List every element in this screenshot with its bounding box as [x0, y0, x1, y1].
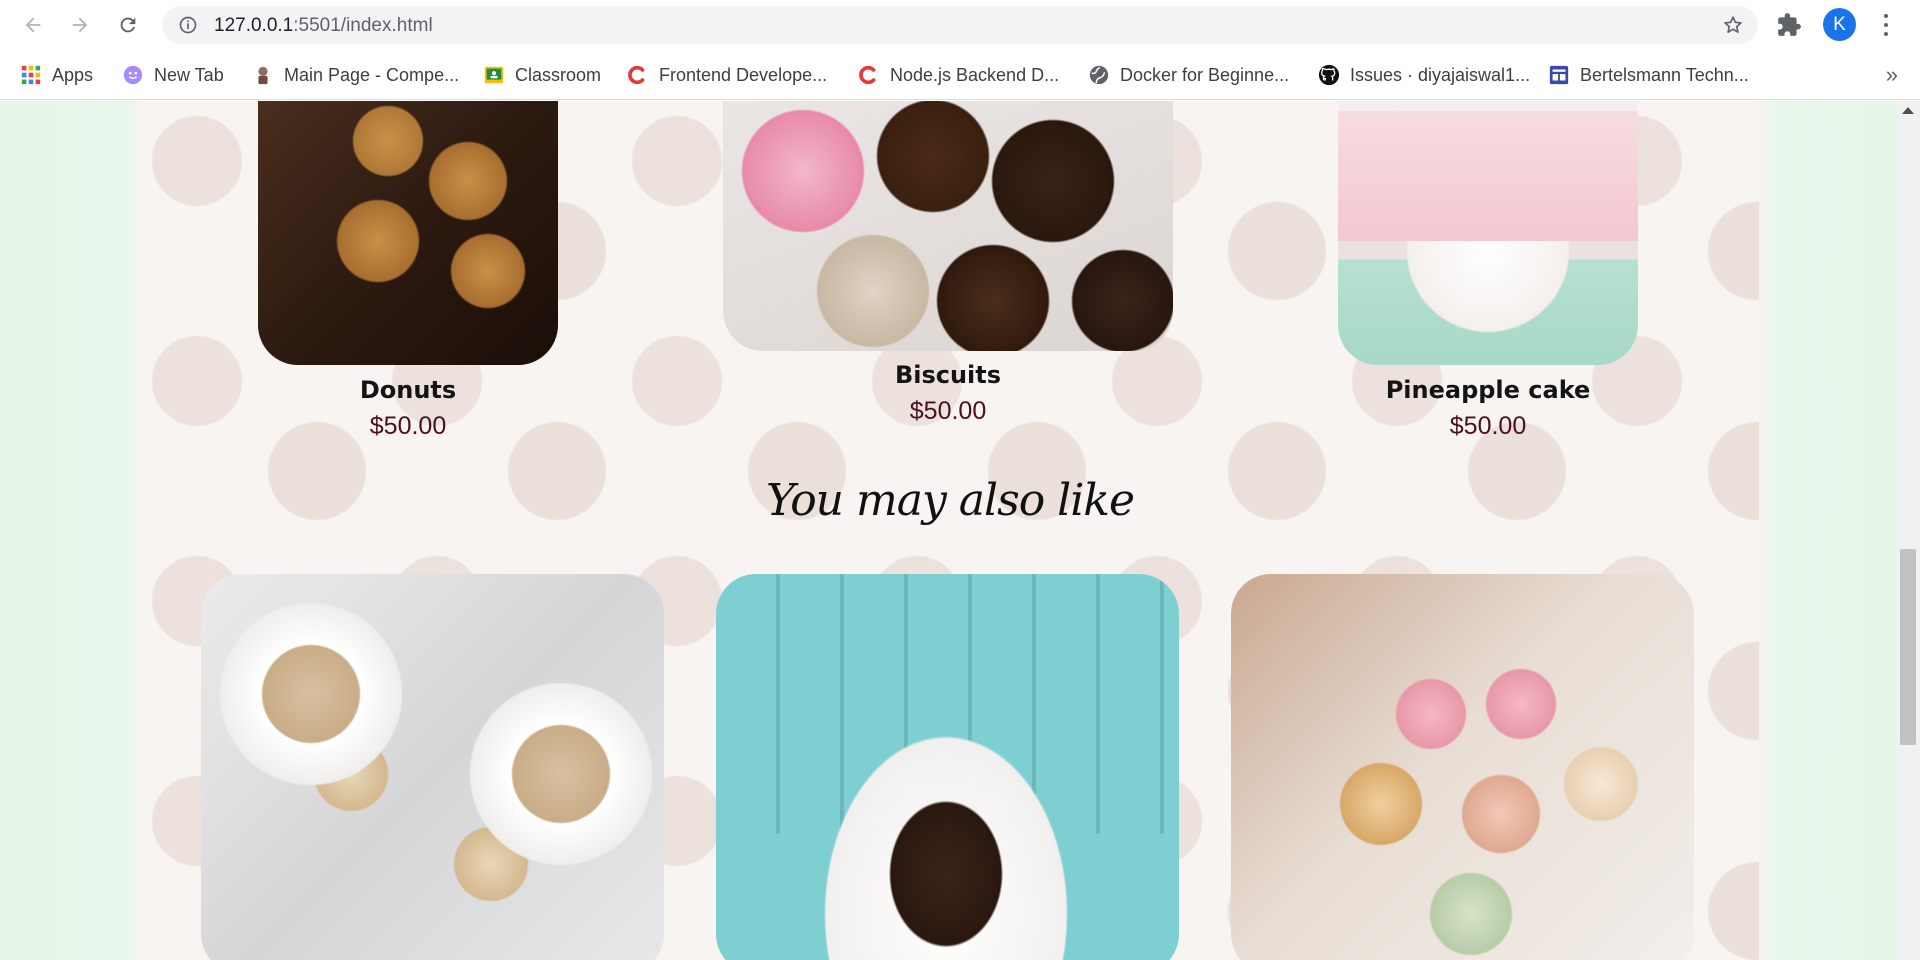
bookmark-main-page[interactable]: Main Page - Compe... — [252, 61, 459, 89]
page-scrollbar[interactable] — [1896, 101, 1920, 960]
bookmark-frontend-developer[interactable]: Frontend Develope... — [627, 61, 827, 89]
product-image-donuts[interactable] — [723, 101, 1173, 351]
bookmark-label: Issues · diyajaiswal1... — [1350, 64, 1531, 85]
forward-arrow-icon — [72, 17, 88, 33]
codecademy-icon — [627, 64, 649, 86]
github-icon — [1318, 64, 1340, 86]
bookmark-apps[interactable]: Apps — [20, 61, 93, 89]
new-tab-icon — [122, 64, 144, 86]
bookmark-classroom[interactable]: Classroom — [483, 61, 601, 89]
scroll-up-arrow-icon[interactable] — [1902, 107, 1914, 114]
classroom-icon — [483, 64, 505, 86]
bookmark-nodejs-backend[interactable]: Node.js Backend D... — [858, 61, 1059, 89]
bookmarks-overflow-chevron-icon[interactable]: » — [1886, 62, 1898, 88]
bertelsmann-icon — [1548, 64, 1570, 86]
bookmarks-bar: Apps New Tab Main Page - Compe... Classr… — [0, 50, 1920, 100]
recommended-image-coffee-cupcakes[interactable] — [201, 574, 664, 960]
product-name: Pineapple cake — [1385, 376, 1591, 404]
product-image-cookies[interactable] — [258, 101, 558, 365]
site-info-icon[interactable] — [178, 15, 198, 35]
browser-toolbar: 127.0.0.1:5501/index.html K — [0, 0, 1920, 50]
product-name: Donuts — [359, 376, 457, 404]
browser-menu-button[interactable] — [1876, 12, 1896, 38]
url-host: 127.0.0.1 — [214, 15, 294, 36]
product-name: Biscuits — [894, 361, 1002, 389]
bookmark-star-icon[interactable] — [1722, 14, 1744, 36]
product-price: $50.00 — [369, 412, 447, 440]
bookmark-label: Frontend Develope... — [659, 64, 828, 85]
page-viewport: Donuts $50.00 Biscuits $50.00 Pineapple … — [0, 101, 1920, 960]
url-path: :5501/index.html — [293, 15, 433, 36]
recommended-image-stacked-donuts[interactable] — [716, 574, 1179, 960]
recommended-image-cupcake-box[interactable] — [1231, 574, 1694, 960]
globe-icon — [1088, 64, 1110, 86]
compe-icon — [252, 64, 274, 86]
address-bar[interactable]: 127.0.0.1:5501/index.html — [162, 6, 1758, 44]
back-button[interactable] — [17, 9, 49, 41]
codecademy-icon — [858, 64, 880, 86]
bookmark-bertelsmann[interactable]: Bertelsmann Techn... — [1548, 61, 1749, 89]
product-price: $50.00 — [1449, 412, 1527, 440]
product-price: $50.00 — [909, 397, 987, 425]
profile-initial: K — [1833, 13, 1846, 35]
back-arrow-icon — [25, 17, 41, 33]
bookmark-label: Docker for Beginne... — [1120, 64, 1290, 85]
forward-button[interactable] — [64, 9, 96, 41]
extensions-puzzle-icon[interactable] — [1776, 12, 1802, 38]
reload-button[interactable] — [112, 9, 144, 41]
bookmark-label: New Tab — [154, 64, 224, 85]
bookmark-label: Bertelsmann Techn... — [1580, 64, 1749, 85]
bookmark-label: Classroom — [515, 64, 602, 85]
profile-avatar[interactable]: K — [1823, 8, 1856, 41]
bookmark-label: Apps — [52, 64, 94, 85]
scrollbar-thumb[interactable] — [1900, 549, 1916, 745]
bookmark-new-tab[interactable]: New Tab — [122, 61, 224, 89]
you-may-also-like-heading: You may also like — [765, 475, 1135, 526]
product-image-cake[interactable] — [1338, 101, 1638, 365]
bookmark-docker[interactable]: Docker for Beginne... — [1088, 61, 1289, 89]
url-text: 127.0.0.1:5501/index.html — [214, 15, 433, 37]
reload-icon — [120, 17, 136, 33]
bookmark-label: Node.js Backend D... — [890, 64, 1060, 85]
apps-grid-icon — [20, 64, 42, 86]
bookmark-label: Main Page - Compe... — [284, 64, 460, 85]
bookmark-github-issues[interactable]: Issues · diyajaiswal1... — [1318, 61, 1530, 89]
